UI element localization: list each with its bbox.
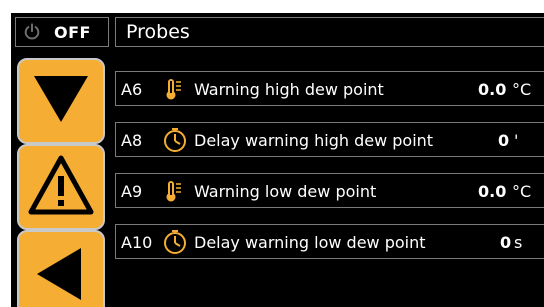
thermometer-icon <box>166 79 181 100</box>
back-button[interactable] <box>17 230 105 307</box>
param-label: Warning low dew point <box>194 182 377 201</box>
alarm-button[interactable] <box>17 144 105 230</box>
power-state-label: OFF <box>54 23 91 42</box>
thermometer-icon <box>166 181 181 202</box>
scroll-down-button[interactable] <box>17 58 105 144</box>
param-row-a8[interactable]: A8 Delay warning high dew point 0 ' <box>115 122 544 157</box>
param-unit: ' <box>514 131 519 150</box>
timer-icon <box>164 128 186 152</box>
param-value: 0.0 <box>478 182 507 201</box>
param-code: A9 <box>121 182 143 201</box>
param-label: Warning high dew point <box>194 80 384 99</box>
power-status[interactable]: OFF <box>15 17 109 47</box>
param-code: A8 <box>121 131 143 150</box>
page-title: Probes <box>126 21 190 43</box>
param-unit: °C <box>512 80 532 99</box>
param-unit: °C <box>512 182 532 201</box>
param-row-a10[interactable]: A10 Delay warning low dew point 0 s <box>115 224 544 259</box>
param-label: Delay warning high dew point <box>194 131 434 150</box>
param-value: 0 <box>498 131 510 150</box>
arrow-left-icon <box>37 248 81 300</box>
param-code: A10 <box>121 233 153 252</box>
param-code: A6 <box>121 80 143 99</box>
param-label: Delay warning low dew point <box>194 233 426 252</box>
timer-icon <box>164 230 186 254</box>
param-value: 0 <box>500 233 512 252</box>
page-header: Probes <box>115 17 544 47</box>
controller-screen: OFF Probes A6 Warning high dew point 0.0… <box>11 13 544 307</box>
param-row-a9[interactable]: A9 Warning low dew point 0.0 °C <box>115 173 544 208</box>
warning-icon <box>28 155 94 215</box>
arrow-down-icon <box>34 76 88 122</box>
power-icon <box>24 23 40 40</box>
param-row-a6[interactable]: A6 Warning high dew point 0.0 °C <box>115 71 544 106</box>
param-unit: s <box>514 233 523 252</box>
param-value: 0.0 <box>478 80 507 99</box>
